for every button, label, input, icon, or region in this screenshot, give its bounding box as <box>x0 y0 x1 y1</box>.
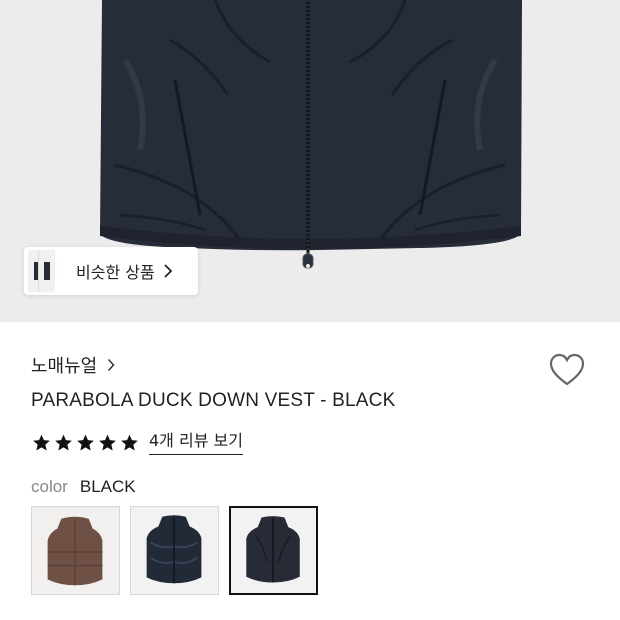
star-icon <box>55 434 72 451</box>
color-key: color <box>31 477 68 496</box>
star-rating <box>31 433 140 453</box>
star-icon <box>77 434 94 451</box>
brand-name: 노매뉴얼 <box>31 356 98 377</box>
star-icon <box>99 434 116 451</box>
star-icon <box>121 434 138 451</box>
rating-row: 4개 리뷰 보기 <box>31 431 243 455</box>
similar-products-label: 비슷한 상품 <box>76 263 155 282</box>
product-title: PARABOLA DUCK DOWN VEST - BLACK <box>31 390 396 411</box>
product-image[interactable]: 비슷한 상품 <box>0 0 620 322</box>
star-icon <box>33 434 50 451</box>
similar-thumbnail <box>39 250 55 292</box>
heart-icon[interactable] <box>548 352 586 388</box>
black-vest-thumbnail-icon <box>231 508 316 593</box>
brown-vest-thumbnail-icon <box>32 507 119 594</box>
swatch-brown[interactable] <box>31 506 120 595</box>
color-row: color BLACK <box>31 477 136 497</box>
similar-products-thumbnails <box>24 247 76 295</box>
color-value: BLACK <box>79 477 136 496</box>
swatch-black[interactable] <box>229 506 318 595</box>
chevron-right-icon <box>108 358 115 372</box>
swatch-navy[interactable] <box>130 506 219 595</box>
review-link[interactable]: 4개 리뷰 보기 <box>149 431 243 455</box>
color-swatches <box>31 506 318 595</box>
chevron-right-icon <box>164 264 172 278</box>
similar-products-button[interactable]: 비슷한 상품 <box>24 247 198 295</box>
navy-vest-thumbnail-icon <box>131 507 218 594</box>
brand-link[interactable]: 노매뉴얼 <box>31 352 115 378</box>
